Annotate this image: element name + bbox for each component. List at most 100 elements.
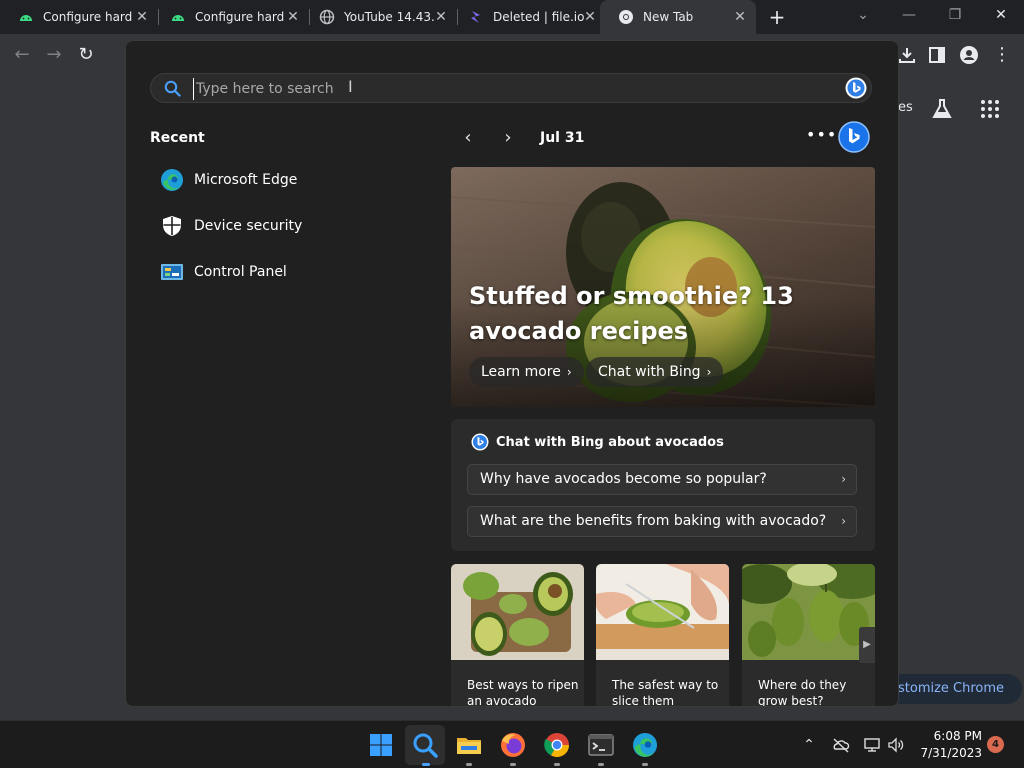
search-box[interactable] [150, 73, 872, 103]
chevron-left-icon[interactable]: ‹ [456, 126, 480, 150]
sliced-avocados-image [451, 564, 584, 660]
profile-icon[interactable] [958, 44, 980, 66]
tab-configure-1[interactable]: Configure hard ✕ [0, 0, 158, 34]
back-icon[interactable]: ← [11, 44, 33, 66]
bing-chat-card: Chat with Bing about avocados Why have a… [451, 419, 875, 551]
bing-chat-title: Chat with Bing about avocados [496, 434, 724, 450]
forward-icon[interactable]: → [43, 44, 65, 66]
start-icon[interactable] [367, 731, 395, 759]
question-text: Why have avocados become so popular? [480, 471, 767, 487]
bing-chat-icon[interactable] [838, 121, 870, 153]
thumb-caption: Best ways to ripen an avocado [467, 678, 579, 707]
labs-flask-icon[interactable] [930, 97, 954, 121]
bing-chat-heading: Chat with Bing about avocados [471, 433, 724, 451]
clock-time: 6:08 PM [933, 729, 982, 743]
slicing-avocado-image [596, 564, 729, 660]
page-link-partial[interactable]: es [898, 100, 913, 115]
close-icon[interactable]: ✕ [433, 9, 449, 25]
firefox-icon[interactable] [499, 731, 527, 759]
running-indicator [598, 763, 604, 766]
chevron-right-icon: › [706, 365, 712, 379]
network-icon[interactable] [863, 736, 881, 754]
scroll-right-icon[interactable]: ▶ [859, 627, 875, 663]
tab-title: YouTube 14.43. [344, 10, 435, 24]
recent-item-control-panel[interactable]: Control Panel [160, 254, 410, 290]
side-panel-icon[interactable] [926, 44, 948, 66]
edge-icon [161, 169, 183, 191]
chrome-icon [619, 10, 633, 24]
active-indicator [422, 763, 430, 766]
bing-question-2[interactable]: What are the benefits from baking with a… [467, 506, 857, 537]
chrome-icon[interactable] [543, 731, 571, 759]
tab-youtube[interactable]: YouTube 14.43. ✕ [301, 0, 457, 34]
text-cursor-icon: I [348, 77, 353, 96]
chat-with-bing-button[interactable]: Chat with Bing › [586, 357, 724, 387]
question-text: What are the benefits from baking with a… [480, 513, 827, 529]
shield-icon [163, 216, 181, 236]
recent-item-edge[interactable]: Microsoft Edge [160, 162, 410, 198]
search-input[interactable] [193, 78, 793, 100]
thumb-card-slice[interactable]: The safest way to slice them [596, 564, 729, 707]
recent-item-label: Control Panel [194, 264, 287, 280]
learn-more-label: Learn more [481, 364, 561, 380]
more-options-icon[interactable]: ••• [806, 125, 836, 145]
running-indicator [642, 763, 648, 766]
tab-strip: Configure hard ✕ Configure hard ✕ YouTub… [0, 0, 1024, 34]
maximize-icon[interactable]: ❐ [932, 0, 978, 30]
new-tab-button[interactable]: + [766, 6, 788, 28]
close-icon[interactable]: ✕ [285, 9, 301, 25]
bing-question-1[interactable]: Why have avocados become so popular? › [467, 464, 857, 495]
learn-more-button[interactable]: Learn more › [469, 357, 584, 387]
chat-with-bing-label: Chat with Bing [598, 364, 701, 380]
fileio-icon [471, 11, 480, 23]
chevron-right-icon[interactable]: › [496, 126, 520, 150]
menu-dots-icon[interactable]: ⋮ [991, 44, 1013, 66]
thumb-caption: The safest way to slice them [612, 678, 719, 707]
file-explorer-icon[interactable] [455, 731, 483, 759]
taskbar-clock[interactable]: 6:08 PM 7/31/2023 [918, 728, 982, 762]
highlight-date: Jul 31 [540, 130, 585, 146]
thumb-card-ripen[interactable]: Best ways to ripen an avocado [451, 564, 584, 707]
terminal-icon[interactable] [587, 731, 615, 759]
close-icon[interactable]: ✕ [582, 9, 598, 25]
download-icon[interactable] [896, 44, 918, 66]
tab-title: New Tab [643, 10, 694, 24]
edge-icon[interactable] [631, 731, 659, 759]
close-icon[interactable]: ✕ [732, 9, 748, 25]
bing-icon[interactable] [845, 77, 867, 99]
close-icon[interactable]: ✕ [134, 9, 150, 25]
thumb-caption: Where do they grow best? [758, 678, 847, 707]
recent-item-label: Device security [194, 218, 303, 234]
reload-icon[interactable]: ↻ [75, 44, 97, 66]
tab-search-chevron-icon[interactable]: ⌄ [840, 0, 886, 30]
customize-chrome-button[interactable]: stomize Chrome [886, 674, 1023, 704]
volume-icon[interactable] [887, 736, 905, 754]
tab-configure-2[interactable]: Configure hard ✕ [152, 0, 309, 34]
chevron-right-icon: › [841, 472, 846, 486]
hero-title[interactable]: Stuffed or smoothie? 13 avocado recipes [469, 279, 809, 349]
tab-fileio[interactable]: Deleted | file.io ✕ [450, 0, 606, 34]
avocado-tree-image [742, 564, 875, 660]
notification-badge[interactable]: 4 [987, 736, 1004, 753]
search-icon[interactable] [411, 731, 439, 759]
apps-grid-icon[interactable] [980, 99, 1000, 119]
onedrive-offline-icon[interactable] [832, 736, 850, 754]
control-panel-icon [161, 264, 183, 280]
recent-heading: Recent [150, 130, 205, 146]
tab-new-tab[interactable]: New Tab ✕ [600, 0, 756, 34]
globe-icon [319, 9, 335, 25]
windows-search-panel: I Recent Microsoft Edge Device security … [125, 40, 899, 707]
running-indicator [554, 763, 560, 766]
android-icon [172, 15, 184, 21]
tab-title: Configure hard [195, 10, 285, 24]
tab-title: Configure hard [43, 10, 133, 24]
bing-icon [471, 433, 489, 451]
chevron-up-icon[interactable]: ⌃ [800, 736, 818, 754]
running-indicator [510, 763, 516, 766]
recent-item-device-security[interactable]: Device security [160, 208, 410, 244]
hero-card[interactable]: Stuffed or smoothie? 13 avocado recipes … [451, 167, 875, 407]
thumb-card-grow[interactable]: Where do they grow best? [742, 564, 875, 707]
minimize-icon[interactable]: — [886, 0, 932, 30]
close-window-icon[interactable]: ✕ [978, 0, 1024, 30]
clock-date: 7/31/2023 [920, 746, 982, 760]
